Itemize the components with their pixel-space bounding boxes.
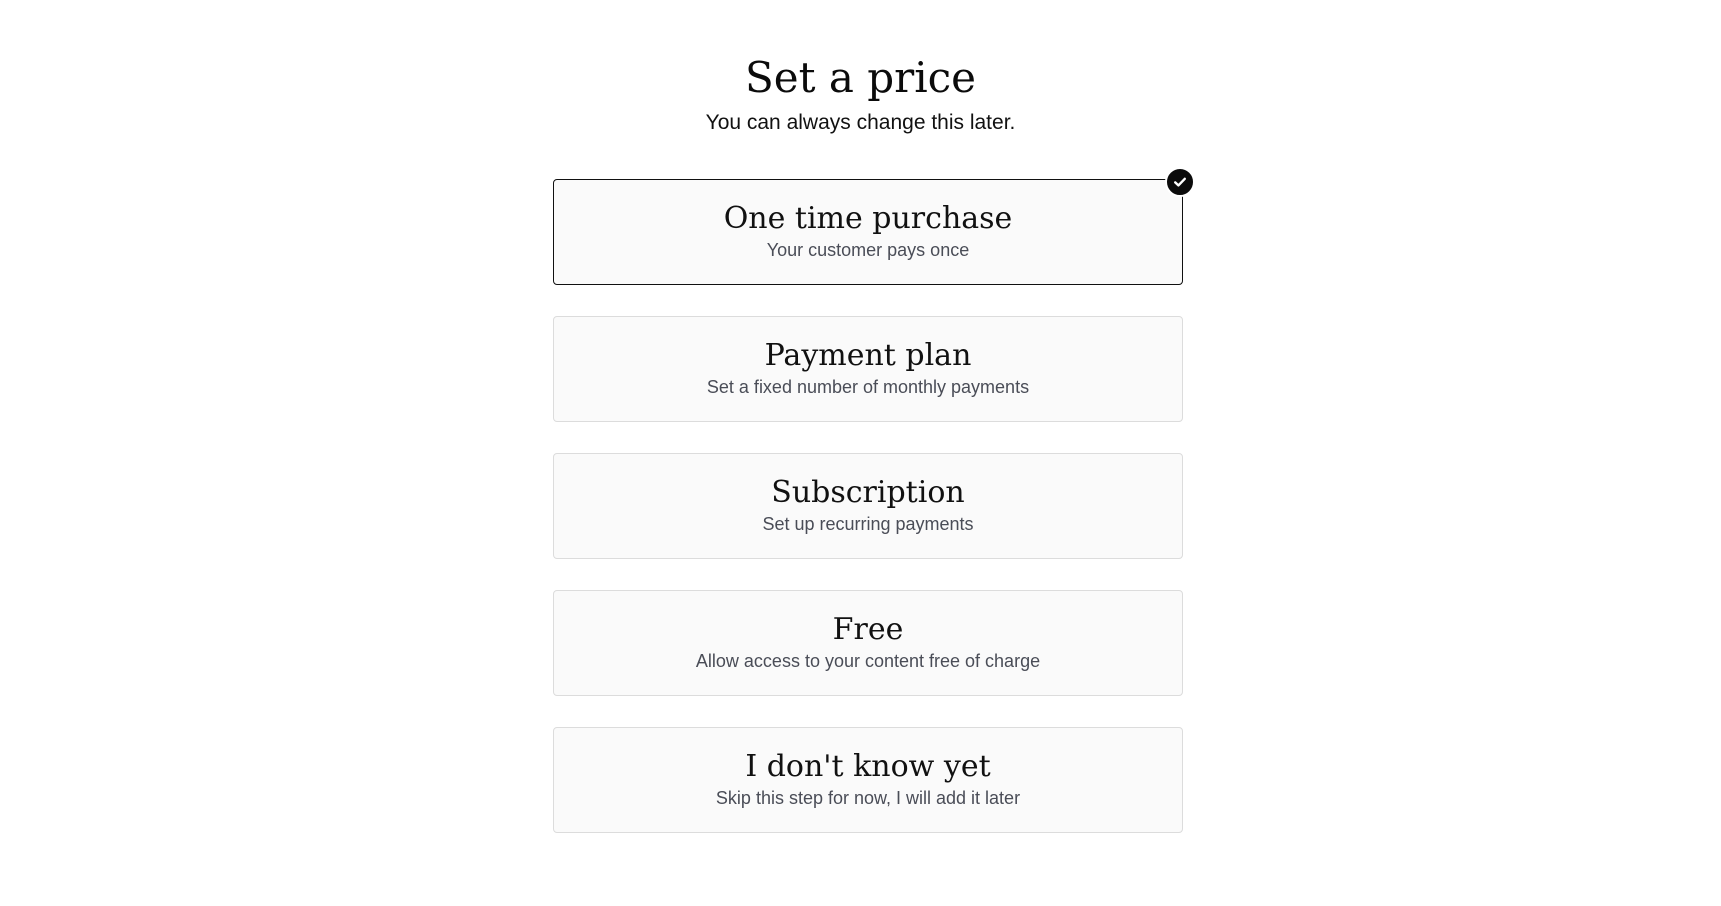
check-circle-icon [1165,167,1195,197]
option-description: Allow access to your content free of cha… [695,651,1041,671]
option-description: Your customer pays once [766,240,970,260]
option-title: One time purchase [723,201,1013,236]
option-title: Payment plan [764,338,972,373]
option-description: Set up recurring payments [762,514,974,534]
option-one-time-purchase[interactable]: One time purchase Your customer pays onc… [553,167,1195,285]
option-free[interactable]: Free Allow access to your content free o… [553,590,1183,696]
page-title: Set a price [744,53,977,102]
option-payment-plan[interactable]: Payment plan Set a fixed number of month… [553,316,1183,422]
option-i-dont-know-yet[interactable]: I don't know yet Skip this step for now,… [553,727,1183,833]
page-subtitle: You can always change this later. [705,111,1016,134]
option-description: Skip this step for now, I will add it la… [715,788,1021,808]
option-title: Free [832,612,904,647]
option-title: Subscription [771,475,965,510]
pricing-options-list: One time purchase Your customer pays onc… [553,167,1195,864]
option-subscription[interactable]: Subscription Set up recurring payments [553,453,1183,559]
option-title: I don't know yet [745,749,991,784]
option-description: Set a fixed number of monthly payments [706,377,1030,397]
